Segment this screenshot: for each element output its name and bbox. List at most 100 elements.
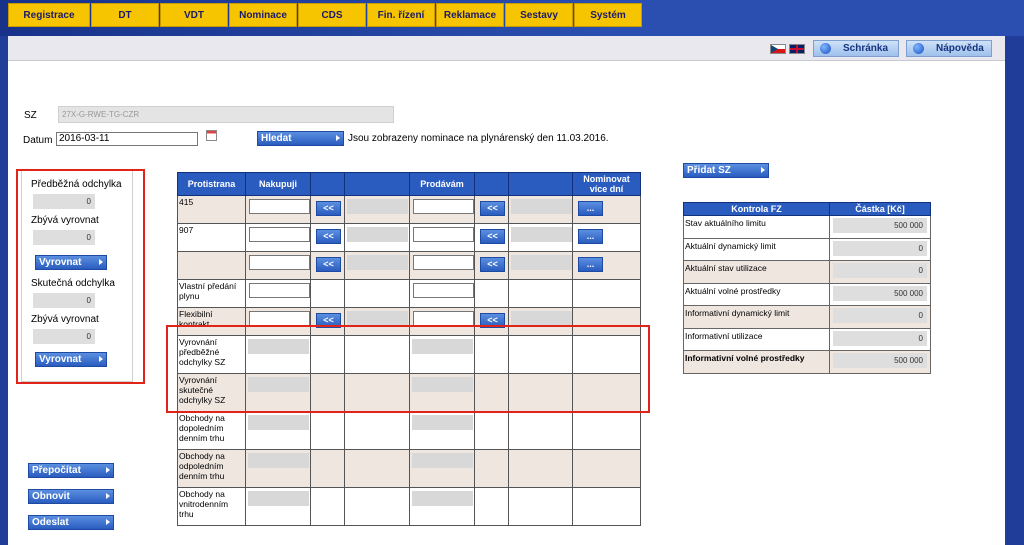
empty-cell bbox=[344, 279, 410, 308]
arrow-right-icon bbox=[106, 467, 110, 473]
row-label: Vyrovnání skutečné odchylky SZ bbox=[177, 373, 246, 412]
buy-cell bbox=[245, 279, 311, 308]
balance-prelim-button-label: Vyrovnat bbox=[39, 257, 82, 268]
empty-cell bbox=[508, 373, 573, 412]
sell-transfer-button[interactable]: << bbox=[480, 201, 505, 216]
sell-input[interactable] bbox=[413, 255, 474, 270]
date-label: Datum bbox=[23, 135, 53, 146]
buy-input[interactable] bbox=[249, 283, 310, 298]
sz-label: SZ bbox=[24, 110, 37, 121]
buy-readonly-cell bbox=[245, 373, 311, 412]
search-button[interactable]: Hledat bbox=[257, 131, 344, 146]
sell-transfer-cell: << bbox=[474, 251, 509, 280]
buy-input[interactable] bbox=[249, 311, 310, 326]
sell-input[interactable] bbox=[413, 311, 474, 326]
nominate-multi-button[interactable]: ... bbox=[578, 201, 603, 216]
fz-row-value: 0 bbox=[833, 263, 927, 278]
send-button[interactable]: Odeslat bbox=[28, 515, 114, 530]
nominate-multi-button[interactable]: ... bbox=[578, 257, 603, 272]
empty-cell bbox=[474, 373, 509, 412]
buy-transfer-button[interactable]: << bbox=[316, 201, 341, 216]
sell-readonly-cell bbox=[508, 223, 573, 252]
menu-item-reklamace[interactable]: Reklamace bbox=[436, 3, 504, 27]
nominate-multi-button[interactable]: ... bbox=[578, 229, 603, 244]
buy-input[interactable] bbox=[249, 199, 310, 214]
empty-cell bbox=[344, 373, 410, 412]
date-field[interactable]: 2016-03-11 bbox=[56, 132, 198, 146]
empty-cell bbox=[572, 335, 641, 374]
fz-row-label: Aktuální stav utilizace bbox=[683, 260, 830, 284]
table-row: Obchody na odpoledním denním trhu bbox=[177, 449, 641, 488]
empty-cell bbox=[474, 411, 509, 450]
multi-cell: ... bbox=[572, 195, 641, 224]
table-row: << << ... bbox=[177, 251, 641, 280]
add-sz-button[interactable]: Přidat SZ bbox=[683, 163, 769, 178]
col-blank bbox=[508, 172, 573, 196]
sell-input[interactable] bbox=[413, 227, 474, 242]
calendar-icon[interactable] bbox=[206, 130, 217, 141]
fz-row: Informativní utilizace 0 bbox=[683, 327, 931, 351]
arrow-right-icon bbox=[99, 356, 103, 362]
globe-icon bbox=[913, 43, 924, 54]
menu-item-nominace[interactable]: Nominace bbox=[229, 3, 297, 27]
fz-value-cell: 0 bbox=[829, 305, 931, 329]
sell-readonly-cell bbox=[409, 449, 475, 488]
buy-transfer-button[interactable]: << bbox=[316, 257, 341, 272]
czech-flag-icon[interactable] bbox=[770, 44, 786, 54]
empty-cell bbox=[572, 307, 641, 336]
prelim-deviation-value: 0 bbox=[33, 194, 95, 209]
buy-readonly bbox=[248, 415, 309, 430]
restore-button[interactable]: Obnovit bbox=[28, 489, 114, 504]
balance-actual-button-label: Vyrovnat bbox=[39, 354, 82, 365]
sell-input[interactable] bbox=[413, 199, 474, 214]
menu-item-cds[interactable]: CDS bbox=[298, 3, 366, 27]
empty-cell bbox=[310, 411, 345, 450]
clipboard-button[interactable]: Schránka bbox=[813, 40, 899, 57]
fz-value-cell: 500 000 bbox=[829, 282, 931, 306]
sell-transfer-button[interactable]: << bbox=[480, 257, 505, 272]
fz-row-label: Informativní dynamický limit bbox=[683, 305, 830, 329]
buy-transfer-button[interactable]: << bbox=[316, 229, 341, 244]
buy-readonly-cell bbox=[344, 223, 410, 252]
menu-item-dt[interactable]: DT bbox=[91, 3, 159, 27]
help-button[interactable]: Nápověda bbox=[906, 40, 992, 57]
fz-row-value: 0 bbox=[833, 240, 927, 256]
menu-item-vdt[interactable]: VDT bbox=[160, 3, 228, 27]
balance-prelim-button[interactable]: Vyrovnat bbox=[35, 255, 107, 270]
buy-input[interactable] bbox=[249, 227, 310, 242]
sell-transfer-button[interactable]: << bbox=[480, 229, 505, 244]
english-flag-icon[interactable] bbox=[789, 44, 805, 54]
sell-transfer-button[interactable]: << bbox=[480, 313, 505, 328]
table-row: 415 << << ... bbox=[177, 195, 641, 224]
buy-readonly bbox=[347, 199, 408, 214]
buy-input[interactable] bbox=[249, 255, 310, 270]
buy-readonly-cell bbox=[245, 335, 311, 374]
row-label: Vlastní předání plynu bbox=[177, 279, 246, 308]
fz-row: Informativní volné prostředky 500 000 bbox=[683, 350, 931, 374]
empty-cell bbox=[572, 487, 641, 526]
fz-header-row: Kontrola FZ Částka [Kč] bbox=[683, 202, 931, 216]
fz-value-cell: 500 000 bbox=[829, 215, 931, 239]
nomination-table: Protistrana Nakupuji Prodávám Nominovat … bbox=[177, 172, 641, 526]
menu-item-registrace[interactable]: Registrace bbox=[8, 3, 90, 27]
clipboard-button-label: Schránka bbox=[843, 43, 889, 54]
sell-readonly bbox=[511, 311, 572, 326]
balance-actual-button[interactable]: Vyrovnat bbox=[35, 352, 107, 367]
sell-readonly bbox=[511, 199, 572, 214]
row-label: Obchody na vnitrodenním trhu bbox=[177, 487, 246, 526]
multi-cell: ... bbox=[572, 223, 641, 252]
buy-readonly bbox=[347, 255, 408, 270]
sell-input[interactable] bbox=[413, 283, 474, 298]
menu-item-system[interactable]: Systém bbox=[574, 3, 642, 27]
sz-field[interactable]: 27X-G-RWE-TG-CZR bbox=[58, 106, 394, 123]
sell-cell bbox=[409, 195, 475, 224]
menu-item-fin-rizeni[interactable]: Fin. řízení bbox=[367, 3, 435, 27]
menu-item-sestavy[interactable]: Sestavy bbox=[505, 3, 573, 27]
buy-transfer-cell: << bbox=[310, 195, 345, 224]
buy-transfer-button[interactable]: << bbox=[316, 313, 341, 328]
recalculate-button[interactable]: Přepočítat bbox=[28, 463, 114, 478]
nomination-header-row: Protistrana Nakupuji Prodávám Nominovat … bbox=[177, 172, 641, 196]
fz-row-label: Stav aktuálního limitu bbox=[683, 215, 830, 239]
sell-readonly-cell bbox=[508, 251, 573, 280]
empty-cell bbox=[508, 449, 573, 488]
